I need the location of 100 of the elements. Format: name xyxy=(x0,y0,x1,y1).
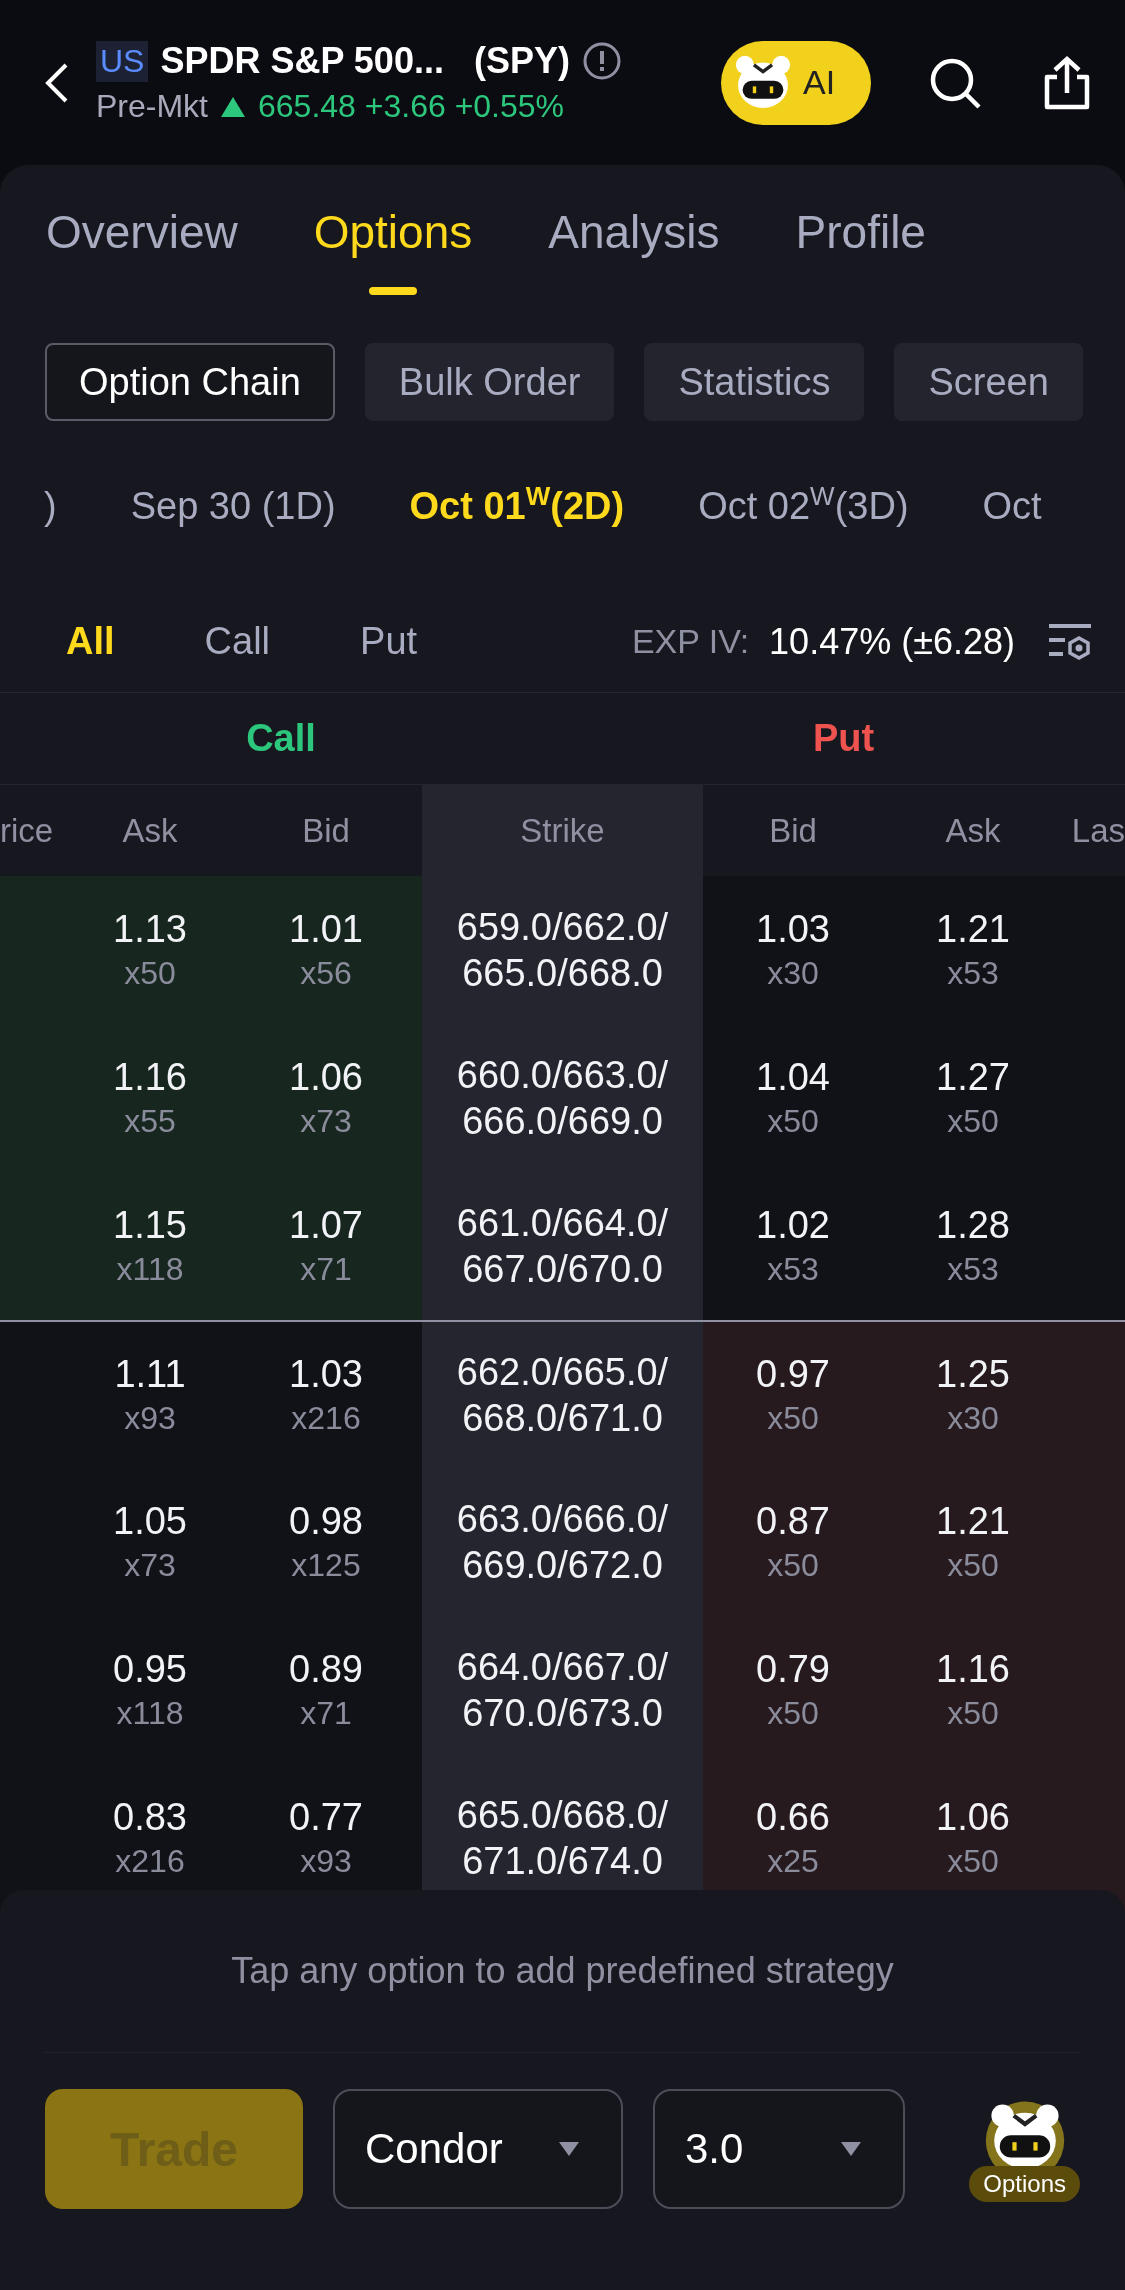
column-header: Bid xyxy=(768,810,818,851)
section-tab[interactable]: Overview xyxy=(46,195,238,295)
call-ask-price[interactable]: 1.11 xyxy=(114,1353,186,1396)
call-ask-size: x93 xyxy=(124,1400,176,1437)
call-ask-price[interactable]: 0.83 xyxy=(113,1796,187,1839)
put-bid-price[interactable]: 1.04 xyxy=(756,1056,830,1099)
put-bid-size: x50 xyxy=(767,1103,819,1140)
section-tab[interactable]: Options xyxy=(313,195,473,295)
column-header: rice xyxy=(0,810,55,851)
expiry-date-tab[interactable]: ) xyxy=(44,484,57,528)
call-bid-size: x216 xyxy=(291,1400,361,1437)
filter-tab[interactable]: Call xyxy=(204,620,271,663)
call-bid-price[interactable]: 0.98 xyxy=(289,1500,363,1543)
expiry-date-tab[interactable]: Oct 01$^{W}$(2D) xyxy=(409,484,625,528)
stock-symbol: (SPY) xyxy=(473,40,570,82)
exp-iv-label: EXP IV: xyxy=(631,622,750,661)
call-bid-price[interactable]: 1.06 xyxy=(289,1056,363,1099)
call-bid-size: x93 xyxy=(300,1843,352,1880)
filter-tab[interactable]: Put xyxy=(360,620,418,663)
call-ask-price[interactable]: 1.13 xyxy=(113,908,187,951)
call-ask-size: x118 xyxy=(116,1251,184,1288)
section-tab[interactable]: Profile xyxy=(795,195,926,295)
put-bid-size: x53 xyxy=(767,1251,819,1288)
call-bid-size: x56 xyxy=(300,955,352,992)
call-ask-price[interactable]: 0.95 xyxy=(113,1648,187,1691)
put-ask-price[interactable]: 1.06 xyxy=(936,1796,1010,1839)
put-bid-price[interactable]: 0.66 xyxy=(756,1796,830,1839)
put-bid-price[interactable]: 0.87 xyxy=(756,1500,830,1543)
call-ask-price[interactable]: 1.05 xyxy=(113,1500,187,1543)
price-quote: 665.48 +3.66 +0.55% xyxy=(258,88,565,125)
subtab-button[interactable]: Screen xyxy=(894,343,1083,421)
call-ask-size: x216 xyxy=(115,1843,185,1880)
call-ask-size: x50 xyxy=(124,955,176,992)
strike-cell: 663.0/666.0/ 669.0/672.0 xyxy=(422,1468,703,1616)
strike-cell: 662.0/665.0/ 668.0/671.0 xyxy=(422,1322,703,1468)
column-header: Bid xyxy=(301,810,351,851)
section-tab[interactable]: Analysis xyxy=(548,195,720,295)
call-bid-size: x73 xyxy=(300,1103,352,1140)
column-header: Ask xyxy=(121,810,179,851)
put-ask-size: x50 xyxy=(947,1843,999,1880)
expiry-date-tab[interactable]: Sep 30 (1D) xyxy=(130,484,336,528)
call-heading: Call xyxy=(246,717,316,760)
subtab-button[interactable]: Option Chain xyxy=(45,343,335,421)
call-bid-price[interactable]: 1.03 xyxy=(289,1353,363,1396)
put-ask-size: x50 xyxy=(947,1695,999,1732)
strike-cell: 660.0/663.0/ 666.0/669.0 xyxy=(422,1024,703,1172)
put-bid-size: x50 xyxy=(767,1547,819,1584)
caret-icon xyxy=(839,2140,863,2158)
put-bid-price[interactable]: 0.97 xyxy=(756,1353,830,1396)
options-assistant-button[interactable]: Options xyxy=(969,2096,1080,2202)
call-ask-size: x118 xyxy=(116,1695,184,1732)
stock-title: SPDR S&P 500... xyxy=(160,40,444,82)
put-ask-price[interactable]: 1.28 xyxy=(936,1204,1010,1247)
put-bid-size: x30 xyxy=(767,955,819,992)
put-ask-size: x30 xyxy=(947,1400,999,1437)
call-bid-size: x125 xyxy=(291,1547,361,1584)
call-bid-price[interactable]: 1.01 xyxy=(289,908,363,951)
column-header: Ask xyxy=(944,810,1002,851)
call-ask-price[interactable]: 1.16 xyxy=(113,1056,187,1099)
column-header: Las xyxy=(1070,810,1125,851)
put-ask-size: x53 xyxy=(947,955,999,992)
put-ask-size: x50 xyxy=(947,1103,999,1140)
put-ask-price[interactable]: 1.16 xyxy=(936,1648,1010,1691)
strike-cell: 661.0/664.0/ 667.0/670.0 xyxy=(422,1172,703,1320)
put-bid-size: x50 xyxy=(767,1695,819,1732)
call-bid-size: x71 xyxy=(300,1251,352,1288)
subtab-button[interactable]: Statistics xyxy=(644,343,865,421)
expiry-date-tab[interactable]: Oct 02$^{W}$(3D) xyxy=(698,484,909,528)
call-ask-price[interactable]: 1.15 xyxy=(113,1204,187,1247)
put-ask-price[interactable]: 1.21 xyxy=(936,908,1010,951)
call-bid-price[interactable]: 1.07 xyxy=(289,1204,363,1247)
put-bid-price[interactable]: 0.79 xyxy=(756,1648,830,1691)
caret-icon xyxy=(557,2140,581,2158)
put-bid-price[interactable]: 1.03 xyxy=(756,908,830,951)
ai-button[interactable]: AI xyxy=(721,40,871,125)
put-ask-price[interactable]: 1.21 xyxy=(936,1500,1010,1543)
put-bid-price[interactable]: 1.02 xyxy=(756,1204,830,1247)
put-ask-size: x53 xyxy=(947,1251,999,1288)
call-bid-price[interactable]: 0.89 xyxy=(289,1648,363,1691)
strategy-hint: Tap any option to add predefined strategy xyxy=(231,1950,894,1992)
put-bid-size: x25 xyxy=(767,1843,819,1880)
put-ask-price[interactable]: 1.27 xyxy=(936,1056,1010,1099)
put-heading: Put xyxy=(812,717,875,760)
width-select[interactable]: 3.0 xyxy=(653,2089,905,2209)
strategy-select[interactable]: Condor xyxy=(333,2089,623,2209)
filter-tab[interactable]: All xyxy=(66,620,115,663)
put-bid-size: x50 xyxy=(767,1400,819,1437)
exp-iv-value: 10.47% (±6.28) xyxy=(769,620,1015,663)
column-header: Strike xyxy=(422,785,703,876)
call-ask-size: x73 xyxy=(124,1547,176,1584)
call-ask-size: x55 xyxy=(124,1103,176,1140)
subtab-button[interactable]: Bulk Order xyxy=(364,343,615,421)
call-bid-size: x71 xyxy=(300,1695,352,1732)
call-bid-price[interactable]: 0.77 xyxy=(289,1796,363,1839)
market-badge: US xyxy=(96,40,149,82)
strike-cell: 664.0/667.0/ 670.0/673.0 xyxy=(422,1616,703,1764)
expiry-date-tab[interactable]: Oct xyxy=(982,484,1042,528)
put-ask-price[interactable]: 1.25 xyxy=(936,1353,1010,1396)
info-icon[interactable] xyxy=(581,41,622,81)
put-ask-size: x50 xyxy=(947,1547,999,1584)
